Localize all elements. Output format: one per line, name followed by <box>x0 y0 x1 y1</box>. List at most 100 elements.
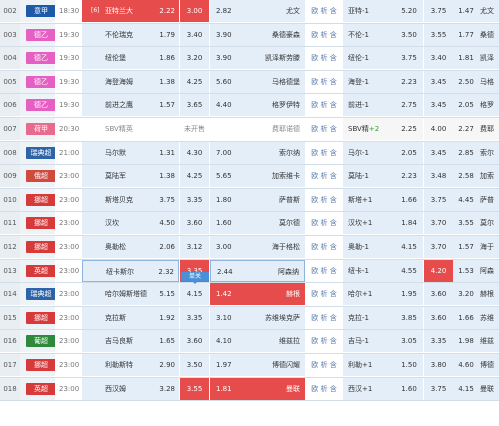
league-badge[interactable]: 挪超 <box>26 359 55 371</box>
away-odds-cell[interactable]: 2.82 尤文 <box>210 0 305 22</box>
handicap-away-odds[interactable]: 4.45 <box>453 188 479 211</box>
handicap-draw-odds[interactable]: 3.40 <box>424 47 453 70</box>
handicap-away-odds[interactable]: 2.85 <box>453 141 479 164</box>
home-odds-cell[interactable]: 纽卡斯尔 2.32 <box>82 259 179 282</box>
draw-odds[interactable]: 4.15 <box>180 283 209 306</box>
handicap-home-odds[interactable]: 3.85 <box>395 306 423 329</box>
league-badge[interactable]: 挪超 <box>26 311 55 324</box>
league-badge[interactable]: 德乙 <box>26 75 55 88</box>
away-odds-cell[interactable]: 4.10 维兹拉 <box>210 330 305 353</box>
league-badge[interactable]: 俄超 <box>26 170 55 183</box>
handicap-draw-odds[interactable]: 3.70 <box>424 236 453 258</box>
league-badge[interactable]: 意甲 <box>26 5 55 17</box>
handicap-draw-odds[interactable]: 3.60 <box>424 306 453 329</box>
away-odds-cell[interactable]: 1.97 博德闪耀 <box>210 354 305 376</box>
handicap-home-odds[interactable]: 2.75 <box>395 94 423 117</box>
away-odds-cell[interactable]: 费耶诺德 <box>210 118 305 140</box>
home-odds-cell[interactable]: 斯塔贝克 3.75 <box>82 188 179 211</box>
away-odds-cell[interactable]: 1.42 赫根 <box>210 283 305 306</box>
handicap-home-odds[interactable]: 5.20 <box>395 0 423 22</box>
handicap-draw-odds[interactable]: 3.75 <box>424 377 453 400</box>
home-odds-cell[interactable]: 利勒斯特 2.90 <box>82 354 179 376</box>
handicap-away-odds[interactable]: 2.05 <box>453 94 479 117</box>
handicap-home-odds[interactable]: 4.15 <box>395 236 423 258</box>
analysis-links[interactable]: 欧 析 含 <box>306 283 342 305</box>
league-badge[interactable]: 德乙 <box>26 28 55 41</box>
handicap-draw-odds[interactable]: 3.45 <box>424 94 453 117</box>
draw-odds[interactable]: 3.35 <box>180 306 209 329</box>
handicap-draw-odds[interactable]: 3.75 <box>424 188 453 211</box>
handicap-draw-odds[interactable]: 3.35 <box>424 330 453 353</box>
handicap-home-odds[interactable]: 3.75 <box>395 47 423 70</box>
league-badge[interactable]: 英超 <box>26 264 55 277</box>
home-odds-cell[interactable]: 汉坎 4.50 <box>82 212 179 235</box>
analysis-links[interactable]: 欧 析 含 <box>306 47 342 69</box>
draw-odds[interactable]: 3.55 <box>180 377 209 400</box>
handicap-away-odds[interactable]: 1.57 <box>453 236 479 258</box>
home-odds-cell[interactable]: 克拉斯 1.92 <box>82 306 179 329</box>
draw-odds[interactable]: 未开售 <box>180 118 209 140</box>
league-badge[interactable]: 挪超 <box>26 217 55 230</box>
league-badge[interactable]: 瑞典超 <box>26 146 55 159</box>
analysis-links[interactable]: 欧 析 含 <box>306 189 342 211</box>
analysis-links[interactable]: 欧 析 含 <box>306 71 342 93</box>
draw-odds[interactable]: 3.35 <box>180 188 209 211</box>
draw-odds[interactable]: 3.40 <box>180 23 209 46</box>
away-odds-cell[interactable]: 1.81 曼联 <box>210 377 305 400</box>
handicap-home-odds[interactable]: 2.23 <box>395 70 423 93</box>
home-odds-cell[interactable]: 莫陆军 1.38 <box>82 165 179 188</box>
home-odds-cell[interactable]: 马尔默 1.31 <box>82 141 179 164</box>
draw-odds[interactable]: 4.25 <box>180 165 209 188</box>
away-odds-cell[interactable]: 7.00 索尔纳 <box>210 141 305 164</box>
handicap-home-odds[interactable]: 3.50 <box>395 23 423 46</box>
away-odds-cell[interactable]: 1.60 莫尔德 <box>210 212 305 235</box>
handicap-away-odds[interactable]: 4.15 <box>453 377 479 400</box>
handicap-away-odds[interactable]: 1.47 <box>453 0 479 22</box>
home-odds-cell[interactable]: 纽伦堡 1.86 <box>82 47 179 70</box>
away-odds-cell[interactable]: 2.44 阿森纳 <box>210 259 305 282</box>
handicap-home-odds[interactable]: 1.60 <box>395 377 423 400</box>
handicap-home-odds[interactable]: 1.95 <box>395 283 423 306</box>
analysis-links[interactable]: 欧 析 含 <box>306 330 342 352</box>
away-odds-cell[interactable]: 3.00 海于格松 <box>210 236 305 258</box>
handicap-home-odds[interactable]: 2.23 <box>395 165 423 188</box>
draw-odds[interactable]: 4.25 <box>180 70 209 93</box>
analysis-links[interactable]: 欧 析 含 <box>306 260 342 282</box>
analysis-links[interactable]: 欧 析 含 <box>306 378 342 400</box>
handicap-away-odds[interactable]: 2.58 <box>453 165 479 188</box>
draw-odds[interactable]: 3.50 <box>180 354 209 376</box>
analysis-links[interactable]: 欧 析 含 <box>306 24 342 46</box>
handicap-home-odds[interactable]: 3.05 <box>395 330 423 353</box>
away-odds-cell[interactable]: 5.60 马格德堡 <box>210 70 305 93</box>
league-badge[interactable]: 挪超 <box>26 241 55 253</box>
handicap-away-odds[interactable]: 2.50 <box>453 70 479 93</box>
handicap-away-odds[interactable]: 2.27 <box>453 118 479 140</box>
handicap-draw-odds[interactable]: 3.45 <box>424 141 453 164</box>
handicap-away-odds[interactable]: 1.81 <box>453 47 479 70</box>
handicap-away-odds[interactable]: 3.20 <box>453 283 479 306</box>
home-odds-cell[interactable]: 西汉姆 3.28 <box>82 377 179 400</box>
analysis-links[interactable]: 欧 析 含 <box>306 212 342 234</box>
draw-odds[interactable]: 3.20 <box>180 47 209 70</box>
league-badge[interactable]: 英超 <box>26 382 55 395</box>
handicap-home-odds[interactable]: 4.55 <box>395 259 423 282</box>
draw-odds[interactable]: 3.60 <box>180 330 209 353</box>
analysis-links[interactable]: 欧 析 含 <box>306 165 342 187</box>
away-odds-cell[interactable]: 3.90 桑德豪森 <box>210 23 305 46</box>
draw-odds[interactable]: 4.30 <box>180 141 209 164</box>
home-odds-cell[interactable]: 前进之鹰 1.57 <box>82 94 179 117</box>
analysis-links[interactable]: 欧 析 含 <box>306 236 342 258</box>
handicap-draw-odds[interactable]: 3.75 <box>424 0 453 22</box>
home-odds-cell[interactable]: 吉马良斯 1.65 <box>82 330 179 353</box>
home-odds-cell[interactable]: 海登海姆 1.38 <box>82 70 179 93</box>
handicap-draw-odds[interactable]: 3.48 <box>424 165 453 188</box>
analysis-links[interactable]: 欧 析 含 <box>306 354 342 376</box>
home-odds-cell[interactable]: SBV精英 <box>82 118 179 140</box>
home-odds-cell[interactable]: 奥勒松 2.06 <box>82 236 179 258</box>
analysis-links[interactable]: 欧 析 含 <box>306 118 342 140</box>
handicap-draw-odds[interactable]: 3.55 <box>424 23 453 46</box>
handicap-draw-odds[interactable]: 4.20 <box>424 259 453 282</box>
handicap-away-odds[interactable]: 3.55 <box>453 212 479 235</box>
handicap-home-odds[interactable]: 1.66 <box>395 188 423 211</box>
away-odds-cell[interactable]: 3.10 苏维埃克萨 <box>210 306 305 329</box>
